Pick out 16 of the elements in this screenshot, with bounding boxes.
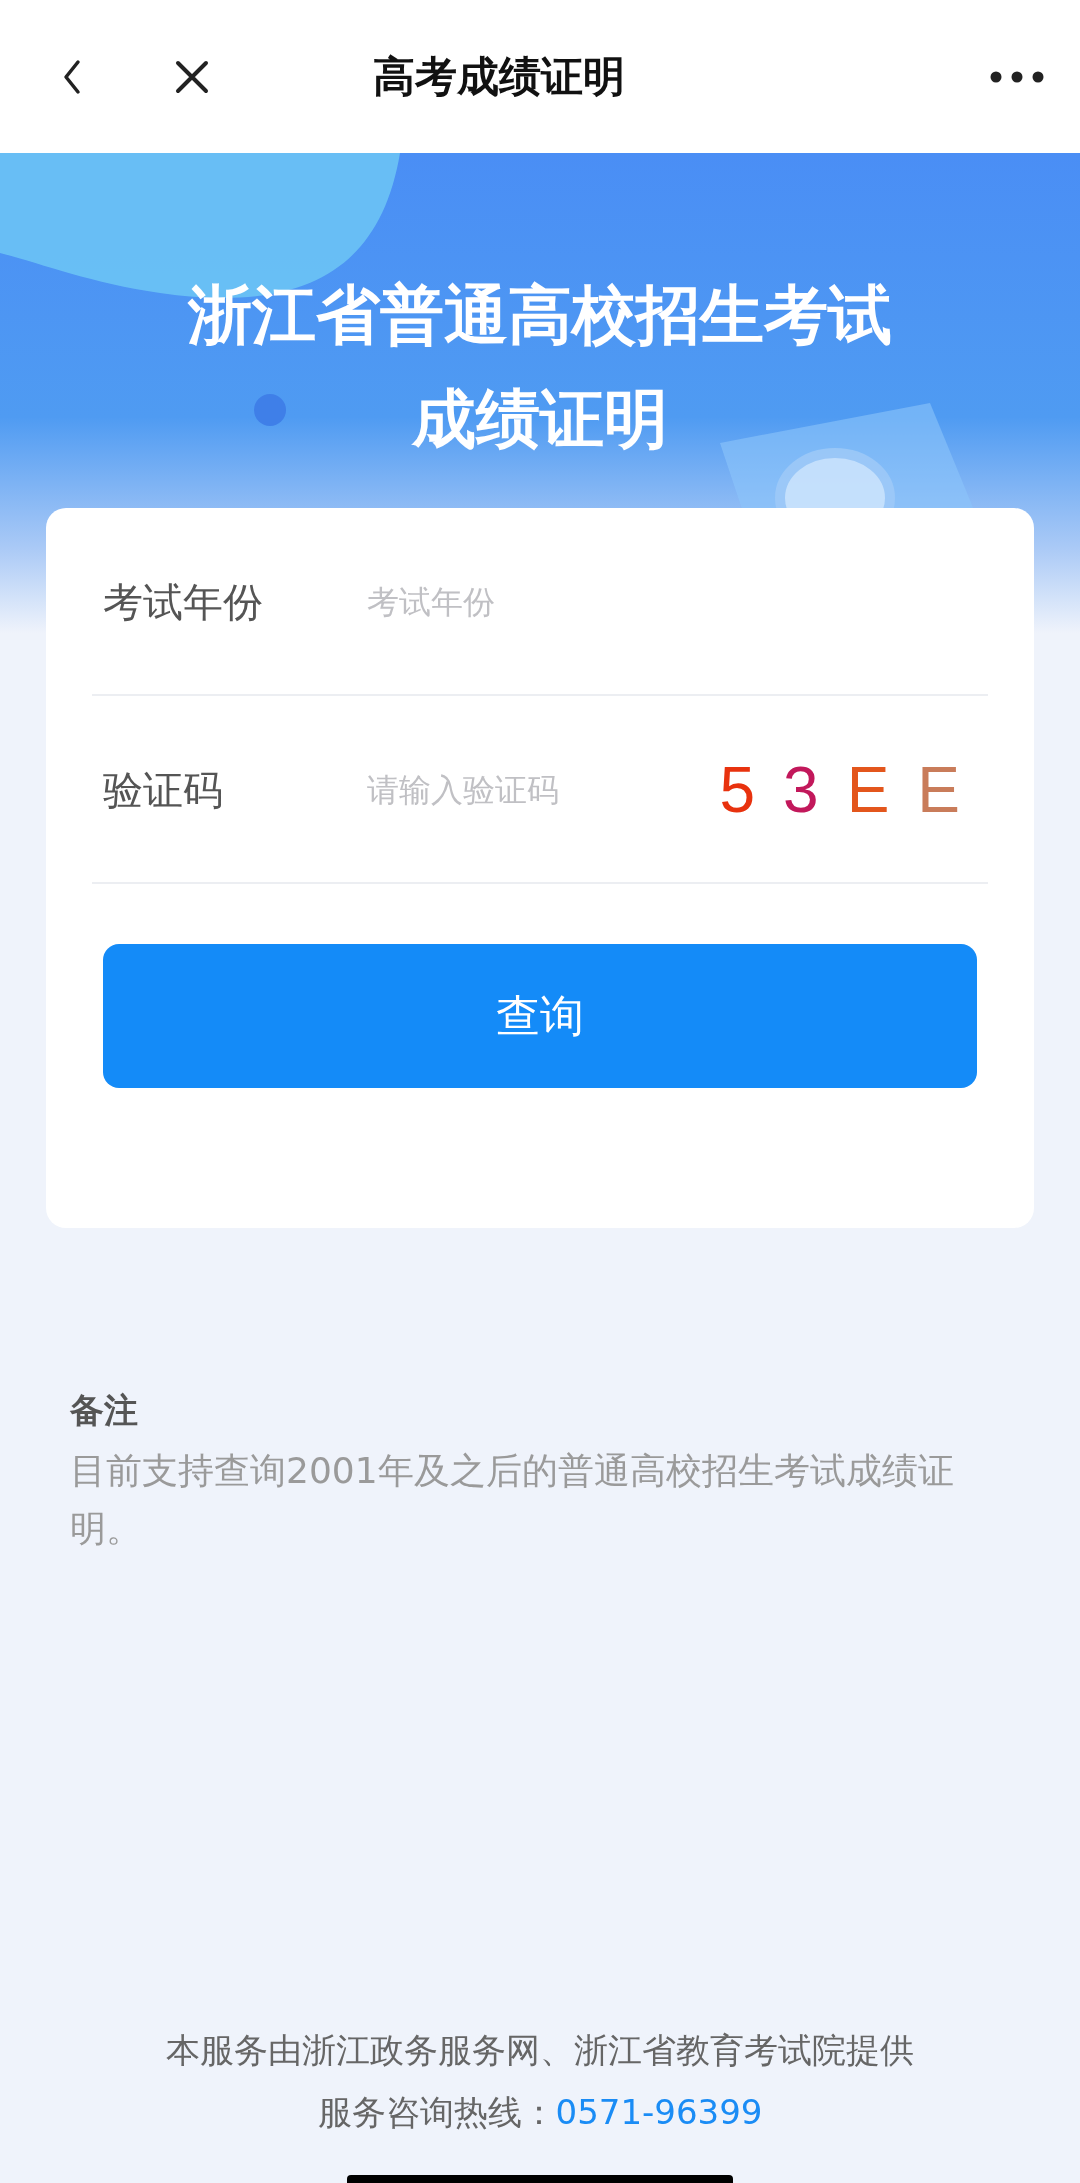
provider-text: 本服务由浙江政务服务网、浙江省教育考试院提供 — [166, 2029, 914, 2072]
field-label: 验证码 — [102, 765, 224, 815]
more-icon[interactable] — [990, 70, 1044, 83]
notes-text: 目前支持查询2001年及之后的普通高校招生考试成绩证明。 — [70, 1449, 955, 1551]
banner-title: 浙江省普通高校招生考试 — [188, 277, 892, 354]
notes-heading: 备注 — [70, 1389, 139, 1432]
page-title: 高考成绩证明 — [373, 50, 625, 103]
hotline-link[interactable]: 0571-96399 — [555, 2092, 763, 2132]
captcha-input-field[interactable]: 请输入验证码 — [367, 771, 720, 809]
year-input-field[interactable]: 考试年份 — [367, 583, 988, 621]
banner-title: 成绩证明 — [412, 381, 668, 458]
back-icon[interactable] — [62, 58, 82, 95]
close-icon[interactable] — [174, 58, 210, 95]
hotline-label: 服务咨询热线： — [317, 2092, 556, 2132]
query-button[interactable]: 查询 — [103, 944, 977, 1088]
field-label: 考试年份 — [102, 577, 264, 627]
